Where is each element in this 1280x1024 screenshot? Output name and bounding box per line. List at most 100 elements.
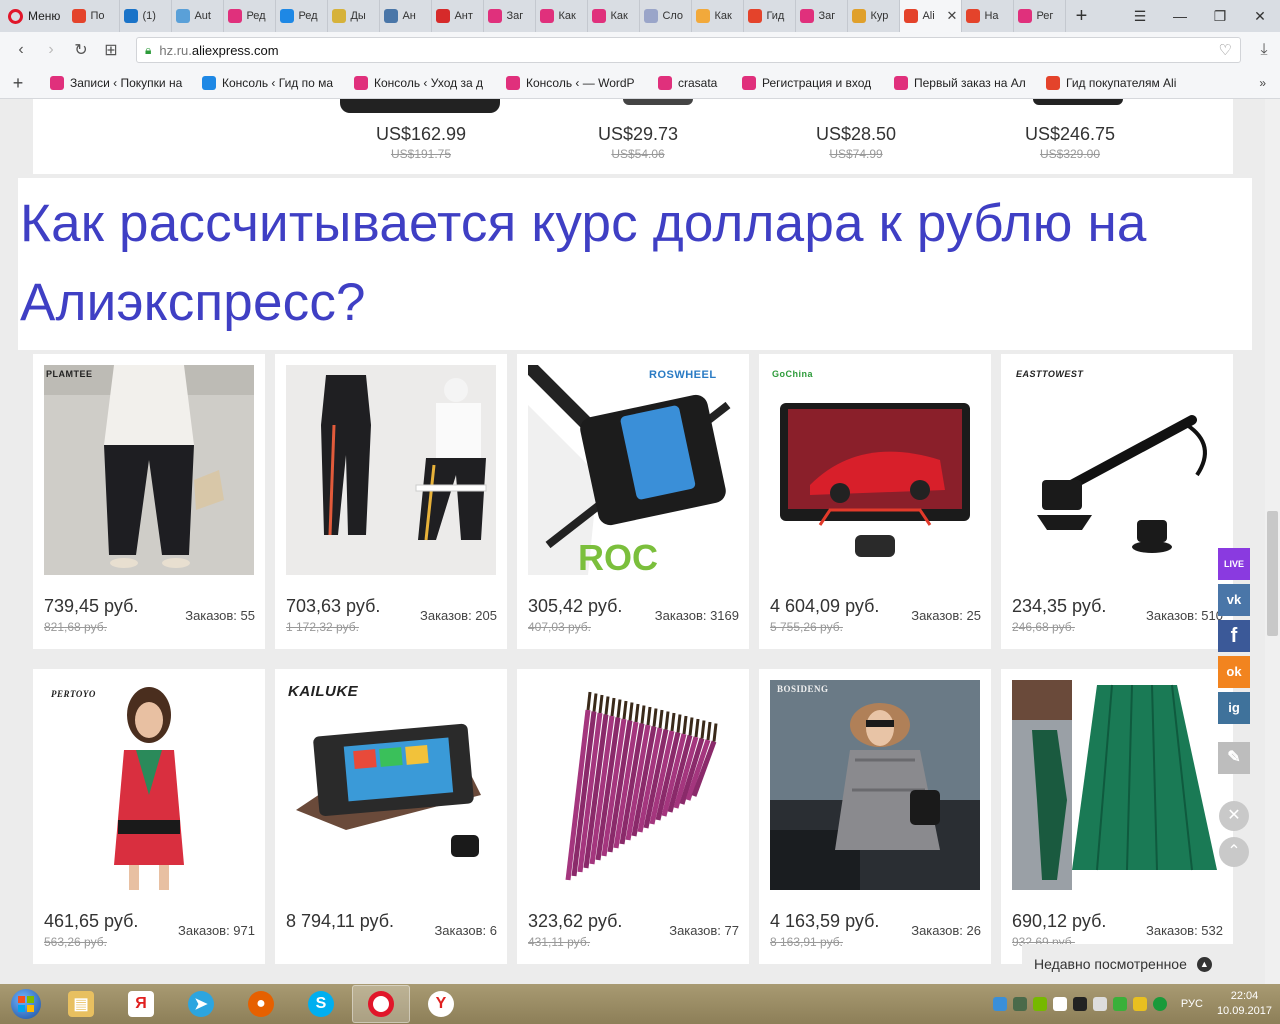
product-image[interactable] xyxy=(528,680,738,890)
minimize-icon[interactable]: — xyxy=(1160,0,1200,32)
browser-tab[interactable]: Ды xyxy=(328,0,381,32)
product-card[interactable]: PLAMTEE 739,45 руб. 821,68 руб. Заказов:… xyxy=(33,354,265,649)
current-price: US$246.75 xyxy=(1024,124,1116,144)
taskbar-explorer[interactable]: ▤ xyxy=(52,985,110,1023)
tray-app-icon[interactable] xyxy=(1132,997,1147,1011)
taskbar-yandex-browser[interactable]: Y xyxy=(412,985,470,1023)
product-image[interactable] xyxy=(44,365,254,575)
speed-dial-icon[interactable]: ⊞ xyxy=(98,40,124,60)
product-card[interactable]: BOSIDENG 4 163,59 руб. 8 163,91 руб. Зак… xyxy=(759,669,991,964)
bookmark-item[interactable]: Консоль ‹ — WordP xyxy=(492,76,644,90)
browser-tab[interactable]: Заг xyxy=(484,0,537,32)
maximize-icon[interactable]: ❐ xyxy=(1200,0,1240,32)
tray-app-icon[interactable] xyxy=(1152,997,1167,1011)
bookmark-item[interactable]: Записи ‹ Покупки на xyxy=(36,76,188,90)
bookmark-item[interactable]: Регистрация и вход xyxy=(728,76,880,90)
nvidia-icon[interactable] xyxy=(1032,997,1047,1011)
bookmark-item[interactable]: Консоль ‹ Уход за д xyxy=(340,76,492,90)
opera-menu-button[interactable]: Меню xyxy=(0,0,68,32)
language-indicator[interactable]: РУС xyxy=(1181,998,1203,1010)
browser-tab[interactable]: По xyxy=(68,0,121,32)
scrollbar-thumb[interactable] xyxy=(1267,511,1278,636)
bookmark-item[interactable]: Первый заказ на Ал xyxy=(880,76,1032,90)
browser-tab[interactable]: Ред xyxy=(276,0,329,32)
product-card[interactable]: EASTTOWEST 234,35 руб. 246,68 руб. Заказ… xyxy=(1001,354,1233,649)
old-price: US$329.00 xyxy=(1039,147,1101,161)
start-button[interactable] xyxy=(0,984,52,1024)
browser-tab[interactable]: Рег xyxy=(1014,0,1067,32)
browser-tab[interactable]: Ali ✕ xyxy=(900,0,963,32)
product-image[interactable]: ROC xyxy=(528,365,738,575)
taskbar-opera[interactable] xyxy=(352,985,410,1023)
recently-viewed-button[interactable]: Недавно посмотренное ▲ xyxy=(1022,944,1233,984)
bookmark-item[interactable]: crasata xyxy=(644,76,728,90)
close-window-icon[interactable]: ✕ xyxy=(1240,0,1280,32)
network-icon[interactable] xyxy=(1072,997,1087,1011)
brand-logo: GoChina xyxy=(772,369,813,379)
product-card[interactable]: 690,12 руб. 932,69 руб. Заказов: 532 xyxy=(1001,669,1233,964)
top-price-item[interactable]: US$246.75 US$329.00 xyxy=(995,124,1145,161)
top-price-item[interactable]: US$29.73 US$54.06 xyxy=(563,124,713,161)
add-bookmark-icon[interactable]: + xyxy=(0,73,36,94)
browser-tab[interactable]: Как xyxy=(588,0,641,32)
bookmark-heart-icon[interactable]: ♡ xyxy=(1219,41,1232,59)
taskbar-firefox[interactable]: ● xyxy=(232,985,290,1023)
tray-app-icon[interactable] xyxy=(1012,997,1027,1011)
product-card[interactable]: 703,63 руб. 1 172,32 руб. Заказов: 205 xyxy=(275,354,507,649)
browser-tab[interactable]: Кур xyxy=(848,0,901,32)
edit-pencil-icon[interactable]: ✎ xyxy=(1218,742,1250,774)
scroll-top-icon[interactable]: ⌃ xyxy=(1219,837,1249,867)
taskbar-skype[interactable]: S xyxy=(292,985,350,1023)
instagram-share-button[interactable]: ig xyxy=(1218,692,1250,724)
browser-tab[interactable]: Aut xyxy=(172,0,225,32)
forward-icon[interactable]: › xyxy=(38,41,64,59)
live-share-button[interactable]: LIVE xyxy=(1218,548,1250,580)
browser-tab[interactable]: Как xyxy=(536,0,589,32)
flag-icon[interactable] xyxy=(1052,997,1067,1011)
product-image[interactable] xyxy=(286,365,496,575)
product-card[interactable]: KAILUKE 8 794,11 руб. Заказов: 6 xyxy=(275,669,507,964)
product-card[interactable]: ROC ROSWHEEL 305,42 руб. 407,03 руб. Зак… xyxy=(517,354,749,649)
browser-tab[interactable]: Как xyxy=(692,0,745,32)
tray-app-icon[interactable] xyxy=(992,997,1007,1011)
url-field[interactable]: 🔒︎ hz.ru.aliexpress.com ♡ xyxy=(136,37,1241,63)
new-tab-button[interactable]: + xyxy=(1066,5,1096,28)
browser-tab[interactable]: Сло xyxy=(640,0,693,32)
page-scrollbar[interactable] xyxy=(1265,99,1280,984)
bookmark-item[interactable]: Гид покупателям Ali xyxy=(1032,76,1184,90)
clock[interactable]: 22:04 10.09.2017 xyxy=(1217,989,1272,1019)
product-card[interactable]: PERTOYO 461,65 руб. 563,26 руб. Заказов:… xyxy=(33,669,265,964)
browser-tab[interactable]: Ант xyxy=(432,0,485,32)
product-card[interactable]: GoChina 4 604,09 руб. 5 755,26 руб. Зака… xyxy=(759,354,991,649)
product-card[interactable]: 323,62 руб. 431,11 руб. Заказов: 77 xyxy=(517,669,749,964)
browser-tab[interactable]: Ан xyxy=(380,0,433,32)
product-image[interactable] xyxy=(1012,680,1222,890)
product-image[interactable] xyxy=(770,365,980,575)
browser-tab[interactable]: На xyxy=(962,0,1015,32)
taskbar-telegram[interactable]: ➤ xyxy=(172,985,230,1023)
top-price-item[interactable]: US$28.50 US$74.99 xyxy=(781,124,931,161)
product-image[interactable] xyxy=(1012,365,1222,575)
download-icon[interactable]: ⤓ xyxy=(1251,41,1277,59)
vk-share-button[interactable]: vk xyxy=(1218,584,1250,616)
volume-icon[interactable] xyxy=(1092,997,1107,1011)
product-image[interactable] xyxy=(44,680,254,890)
bookmarks-more-icon[interactable]: » xyxy=(1259,76,1266,90)
tray-app-icon[interactable] xyxy=(1112,997,1127,1011)
browser-tab[interactable]: Заг xyxy=(796,0,849,32)
bookmark-item[interactable]: Консоль ‹ Гид по ма xyxy=(188,76,340,90)
product-image[interactable] xyxy=(770,680,980,890)
odnoklassniki-share-button[interactable]: ok xyxy=(1218,656,1250,688)
reload-icon[interactable]: ↻ xyxy=(68,40,94,60)
tab-menu-icon[interactable]: ☰ xyxy=(1120,0,1160,32)
close-tab-icon[interactable]: ✕ xyxy=(947,8,958,24)
close-panel-icon[interactable]: ✕ xyxy=(1219,801,1249,831)
top-price-item[interactable]: US$162.99 US$191.75 xyxy=(346,124,496,161)
product-image[interactable] xyxy=(286,680,496,890)
taskbar-yandex[interactable]: Я xyxy=(112,985,170,1023)
browser-tab[interactable]: (1) xyxy=(120,0,173,32)
browser-tab[interactable]: Гид xyxy=(744,0,797,32)
facebook-share-button[interactable]: f xyxy=(1218,620,1250,652)
back-icon[interactable]: ‹ xyxy=(8,41,34,59)
browser-tab[interactable]: Ред xyxy=(224,0,277,32)
